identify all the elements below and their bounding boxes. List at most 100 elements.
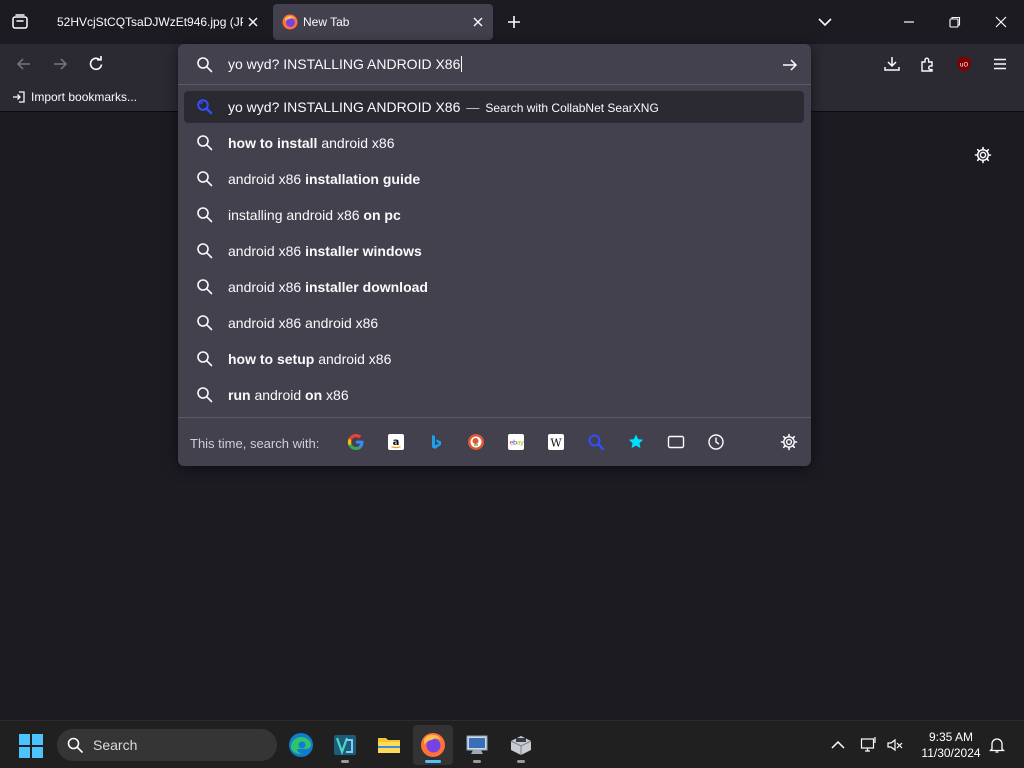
- arrow-right-icon: [54, 58, 68, 70]
- chevron-up-icon: [831, 740, 845, 749]
- arrow-left-icon: [16, 58, 30, 70]
- tab-close-button[interactable]: [469, 13, 487, 31]
- back-button[interactable]: [10, 50, 38, 78]
- list-all-tabs-button[interactable]: [6, 8, 34, 36]
- taskbar-search-box[interactable]: Search: [57, 729, 277, 761]
- arrow-right-icon: [783, 59, 798, 71]
- search-icon: [197, 279, 213, 295]
- engine-searxng-button[interactable]: [586, 432, 606, 452]
- search-suggestion[interactable]: how to install android x86: [184, 127, 804, 159]
- tab-image[interactable]: 52HVcjStCQTsaDJWzEt946.jpg (JPEG Image: [46, 4, 268, 40]
- folder-icon: [378, 738, 400, 753]
- reload-button[interactable]: [82, 50, 110, 78]
- close-window-button[interactable]: [986, 8, 1016, 36]
- engine-duckduckgo-button[interactable]: [466, 432, 486, 452]
- network-status-button[interactable]: [859, 735, 879, 755]
- suggestion-text: installing android x86 on pc: [228, 207, 401, 223]
- restore-button[interactable]: [940, 8, 970, 36]
- search-suggestion[interactable]: run android on x86: [184, 379, 804, 411]
- suggestion-bold-part: run: [228, 387, 251, 403]
- taskbar-file-explorer[interactable]: [369, 725, 409, 765]
- engine-bing-button[interactable]: [426, 432, 446, 452]
- volume-button[interactable]: [885, 735, 905, 755]
- suggestion-text: android x86 android x86: [228, 315, 378, 331]
- search-result-heuristic[interactable]: yo wyd? INSTALLING ANDROID X86 — Search wi…: [184, 91, 804, 123]
- address-bar-input[interactable]: yo wyd? INSTALLING ANDROID X86: [228, 56, 462, 72]
- suggestion-part: android x86: [228, 243, 306, 259]
- import-bookmarks-button[interactable]: Import bookmarks...: [12, 90, 137, 104]
- suggestion-part: android x86: [228, 279, 306, 295]
- ublock-icon: uO: [957, 56, 971, 72]
- taskbar-clock[interactable]: 9:35 AM 11/30/2024: [913, 729, 989, 761]
- edge-icon: [289, 733, 313, 757]
- bookmarks-icon: [628, 434, 644, 449]
- hamburger-icon: [994, 58, 1006, 70]
- suggestion-bold-part: how to setup: [228, 351, 315, 367]
- svg-text:W: W: [550, 437, 562, 450]
- tab-new-tab[interactable]: New Tab: [273, 4, 493, 40]
- duckduckgo-icon: [468, 434, 484, 450]
- running-indicator: [341, 760, 349, 763]
- suggestion-text: how to install android x86: [228, 135, 395, 151]
- suggestion-part: android: [250, 387, 306, 403]
- tab-list-button[interactable]: [811, 8, 839, 36]
- search-suggestion[interactable]: installing android x86 on pc: [184, 199, 804, 231]
- search-icon: [197, 315, 213, 331]
- engine-ebay-button[interactable]: e b a y: [506, 432, 526, 452]
- search-tabs-button[interactable]: [666, 432, 686, 452]
- search-settings-button[interactable]: [779, 432, 799, 452]
- search-suggestion[interactable]: android x86 android x86: [184, 307, 804, 339]
- taskbar-app-vs[interactable]: [325, 725, 365, 765]
- notifications-button[interactable]: [987, 735, 1007, 755]
- search-history-button[interactable]: [706, 432, 726, 452]
- search-bookmarks-button[interactable]: [626, 432, 646, 452]
- close-icon: [995, 16, 1007, 28]
- suggestion-bold-part: how to install: [228, 135, 318, 151]
- suggestion-text: run android on x86: [228, 387, 349, 403]
- import-bookmarks-label: Import bookmarks...: [31, 90, 138, 104]
- new-tab-settings-button[interactable]: [972, 144, 994, 166]
- amazon-icon: a: [388, 434, 404, 450]
- close-icon: [473, 17, 483, 27]
- taskbar-search-label: Search: [93, 737, 138, 753]
- suggestion-bold-part: installer windows: [305, 243, 422, 259]
- chevron-down-icon: [818, 18, 832, 27]
- extensions-button[interactable]: [914, 50, 942, 78]
- taskbar-firefox[interactable]: [413, 725, 453, 765]
- forward-button[interactable]: [46, 50, 74, 78]
- network-icon: [860, 737, 876, 752]
- go-button[interactable]: [779, 54, 801, 76]
- show-hidden-icons-button[interactable]: [828, 735, 848, 755]
- engine-amazon-button[interactable]: a: [386, 432, 406, 452]
- plus-icon: [508, 16, 520, 28]
- downloads-button[interactable]: [878, 50, 906, 78]
- search-suggestion[interactable]: android x86 installer windows: [184, 235, 804, 267]
- engine-wikipedia-button[interactable]: W: [546, 432, 566, 452]
- tab-close-button[interactable]: [244, 13, 262, 31]
- search-icon: [197, 351, 213, 367]
- gear-icon: [974, 146, 992, 164]
- windows-start-icon[interactable]: [18, 733, 44, 759]
- app-menu-button[interactable]: [986, 50, 1014, 78]
- taskbar-remote-desktop[interactable]: [457, 725, 497, 765]
- search-suggestion[interactable]: android x86 installer download: [184, 271, 804, 303]
- search-suggestion[interactable]: how to setup android x86: [184, 343, 804, 375]
- minimize-button[interactable]: [894, 8, 924, 36]
- firefox-icon: [282, 14, 298, 30]
- taskbar-virtual-machine[interactable]: [501, 725, 541, 765]
- search-suggestion[interactable]: android x86 installation guide: [184, 163, 804, 195]
- suggestion-bold-part: installer download: [305, 279, 428, 295]
- searxng-icon: [197, 99, 213, 115]
- puzzle-icon: [921, 57, 933, 72]
- box-icon: [510, 736, 532, 755]
- ublock-origin-button[interactable]: uO: [950, 50, 978, 78]
- google-icon: [347, 433, 364, 451]
- urlbar-popup: yo wyd? INSTALLING ANDROID X86 yo wyd? I…: [178, 44, 811, 466]
- suggestion-bold-part: on pc: [363, 207, 401, 223]
- new-tab-button[interactable]: [500, 8, 528, 36]
- import-icon: [13, 91, 25, 103]
- engine-google-button[interactable]: [346, 432, 366, 452]
- taskbar-edge[interactable]: [281, 725, 321, 765]
- search-icon: [197, 243, 213, 259]
- tabs-icon: [667, 435, 685, 449]
